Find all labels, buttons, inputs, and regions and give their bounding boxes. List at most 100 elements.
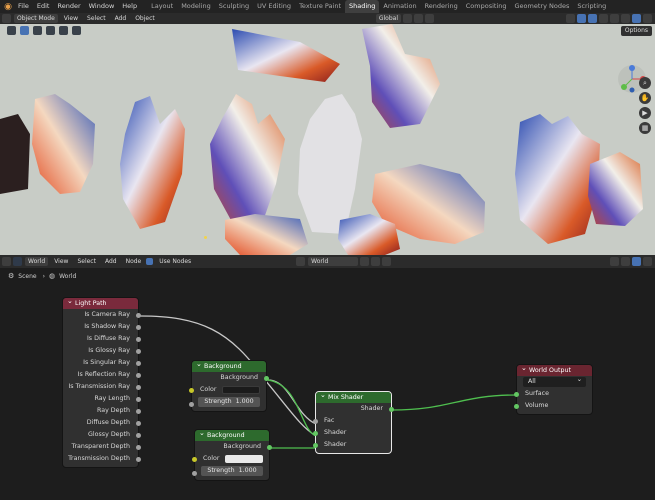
socket-label: Glossy Depth bbox=[88, 431, 130, 438]
mode-dropdown[interactable]: Object Mode bbox=[14, 14, 58, 23]
menu-help[interactable]: Help bbox=[118, 0, 141, 13]
hand-model bbox=[225, 214, 308, 255]
backdrop-icon[interactable] bbox=[632, 257, 641, 266]
camera-view-icon[interactable]: ▶ bbox=[639, 107, 651, 119]
node-menu-select[interactable]: Select bbox=[74, 257, 99, 266]
tab-geometry-nodes[interactable]: Geometry Nodes bbox=[511, 0, 574, 13]
viewport-menu-view[interactable]: View bbox=[61, 14, 81, 23]
output-socket[interactable] bbox=[136, 360, 141, 366]
gizmo-toggle-icon[interactable] bbox=[577, 14, 586, 23]
output-socket[interactable] bbox=[136, 348, 141, 354]
breadcrumb: ⚙ Scene › ◍ World bbox=[0, 270, 76, 282]
output-socket[interactable] bbox=[136, 432, 141, 438]
perspective-grid-icon[interactable]: ▦ bbox=[639, 122, 651, 134]
background-node[interactable]: Background Background Color Strength 1.0… bbox=[192, 428, 272, 481]
snap-node-icon[interactable] bbox=[610, 257, 619, 266]
menu-file[interactable]: File bbox=[14, 0, 33, 13]
tab-modeling[interactable]: Modeling bbox=[177, 0, 215, 13]
overlay-node-icon[interactable] bbox=[621, 257, 630, 266]
xray-icon[interactable] bbox=[599, 14, 608, 23]
light-path-node-title[interactable]: Light Path bbox=[63, 296, 138, 309]
pan-hand-icon[interactable]: ✋ bbox=[639, 92, 651, 104]
tab-rendering[interactable]: Rendering bbox=[421, 0, 462, 13]
output-socket[interactable] bbox=[136, 396, 141, 402]
output-socket[interactable] bbox=[136, 444, 141, 450]
proportional-edit-icon[interactable] bbox=[425, 14, 434, 23]
strength-field[interactable]: Strength 1.000 bbox=[201, 466, 263, 476]
fake-user-icon[interactable] bbox=[360, 257, 370, 266]
viewport-menu-add[interactable]: Add bbox=[112, 14, 130, 23]
duplicate-icon[interactable] bbox=[371, 257, 381, 266]
input-socket[interactable] bbox=[192, 471, 197, 476]
input-socket[interactable] bbox=[313, 442, 318, 448]
3d-viewport[interactable]: Options ⌕ ✋ ▶ ▦ bbox=[0, 24, 655, 255]
output-socket[interactable] bbox=[264, 375, 269, 381]
tab-uv-editing[interactable]: UV Editing bbox=[253, 0, 295, 13]
tab-texture-paint[interactable]: Texture Paint bbox=[295, 0, 345, 13]
tab-shading[interactable]: Shading bbox=[345, 0, 380, 13]
solid-shading-icon[interactable] bbox=[610, 14, 619, 23]
world-output-node[interactable]: World Output All Surface Volume bbox=[514, 363, 593, 415]
use-nodes-checkbox[interactable] bbox=[146, 258, 154, 265]
tab-animation[interactable]: Animation bbox=[379, 0, 420, 13]
target-dropdown[interactable]: All bbox=[523, 375, 586, 387]
background-node[interactable]: Background Background Color Strength 1.0… bbox=[189, 359, 269, 412]
unlink-icon[interactable] bbox=[382, 257, 392, 266]
node-menu-view[interactable]: View bbox=[51, 257, 71, 266]
world-datablock-field[interactable]: World bbox=[308, 257, 359, 266]
input-socket[interactable] bbox=[313, 418, 318, 424]
input-socket[interactable] bbox=[192, 456, 197, 462]
menu-render[interactable]: Render bbox=[53, 0, 84, 13]
output-socket[interactable] bbox=[136, 324, 141, 330]
color-swatch[interactable] bbox=[225, 455, 263, 463]
node-menu-node[interactable]: Node bbox=[123, 257, 145, 266]
strength-field[interactable]: Strength 1.000 bbox=[198, 397, 260, 407]
output-socket[interactable] bbox=[136, 336, 141, 342]
pin-icon[interactable] bbox=[393, 257, 402, 266]
rendered-shading-icon[interactable] bbox=[632, 14, 641, 23]
snap-icon[interactable] bbox=[414, 14, 423, 23]
output-socket[interactable] bbox=[136, 372, 141, 378]
menu-edit[interactable]: Edit bbox=[33, 0, 54, 13]
mix-shader-node[interactable]: Mix Shader Shader Fac Shader Shader bbox=[313, 390, 394, 454]
input-socket[interactable] bbox=[189, 387, 194, 393]
input-socket[interactable] bbox=[189, 402, 194, 407]
menu-window[interactable]: Window bbox=[85, 0, 119, 13]
zoom-icon[interactable]: ⌕ bbox=[639, 77, 651, 89]
node-options-icon[interactable] bbox=[643, 257, 652, 266]
input-socket[interactable] bbox=[313, 430, 318, 436]
tab-compositing[interactable]: Compositing bbox=[462, 0, 511, 13]
background-node-title[interactable]: Background bbox=[192, 359, 266, 372]
output-socket[interactable] bbox=[136, 408, 141, 414]
pivot-icon[interactable] bbox=[403, 14, 412, 23]
output-socket[interactable] bbox=[136, 312, 141, 318]
world-icon[interactable] bbox=[13, 257, 22, 266]
editor-type-icon[interactable] bbox=[2, 14, 11, 23]
output-socket[interactable] bbox=[267, 444, 272, 450]
overlay-toggle-icon[interactable] bbox=[588, 14, 597, 23]
world-datablock-icon[interactable] bbox=[296, 257, 306, 266]
shader-type-dropdown[interactable]: World bbox=[25, 257, 49, 266]
input-socket[interactable] bbox=[514, 403, 519, 409]
output-socket[interactable] bbox=[136, 420, 141, 426]
output-socket[interactable] bbox=[389, 406, 394, 412]
transform-orientation-dropdown[interactable]: Global bbox=[375, 14, 401, 23]
output-socket[interactable] bbox=[136, 384, 141, 390]
tab-scripting[interactable]: Scripting bbox=[573, 0, 610, 13]
background-node-title[interactable]: Background bbox=[195, 428, 269, 441]
color-swatch[interactable] bbox=[222, 386, 260, 394]
shading-options-icon[interactable] bbox=[643, 14, 652, 23]
mix-shader-node-title[interactable]: Mix Shader bbox=[316, 390, 391, 403]
blender-logo-icon[interactable]: ◉ bbox=[2, 1, 14, 13]
input-socket[interactable] bbox=[514, 391, 519, 397]
visibility-icon[interactable] bbox=[566, 14, 575, 23]
node-menu-add[interactable]: Add bbox=[102, 257, 120, 266]
viewport-menu-select[interactable]: Select bbox=[84, 14, 109, 23]
node-editor-type-icon[interactable] bbox=[2, 257, 11, 266]
tab-sculpting[interactable]: Sculpting bbox=[215, 0, 253, 13]
viewport-menu-object[interactable]: Object bbox=[132, 14, 158, 23]
light-path-node[interactable]: Light Path Is Camera Ray Is Shadow Ray I… bbox=[62, 296, 141, 468]
output-socket[interactable] bbox=[136, 456, 141, 462]
tab-layout[interactable]: Layout bbox=[147, 0, 177, 13]
material-shading-icon[interactable] bbox=[621, 14, 630, 23]
